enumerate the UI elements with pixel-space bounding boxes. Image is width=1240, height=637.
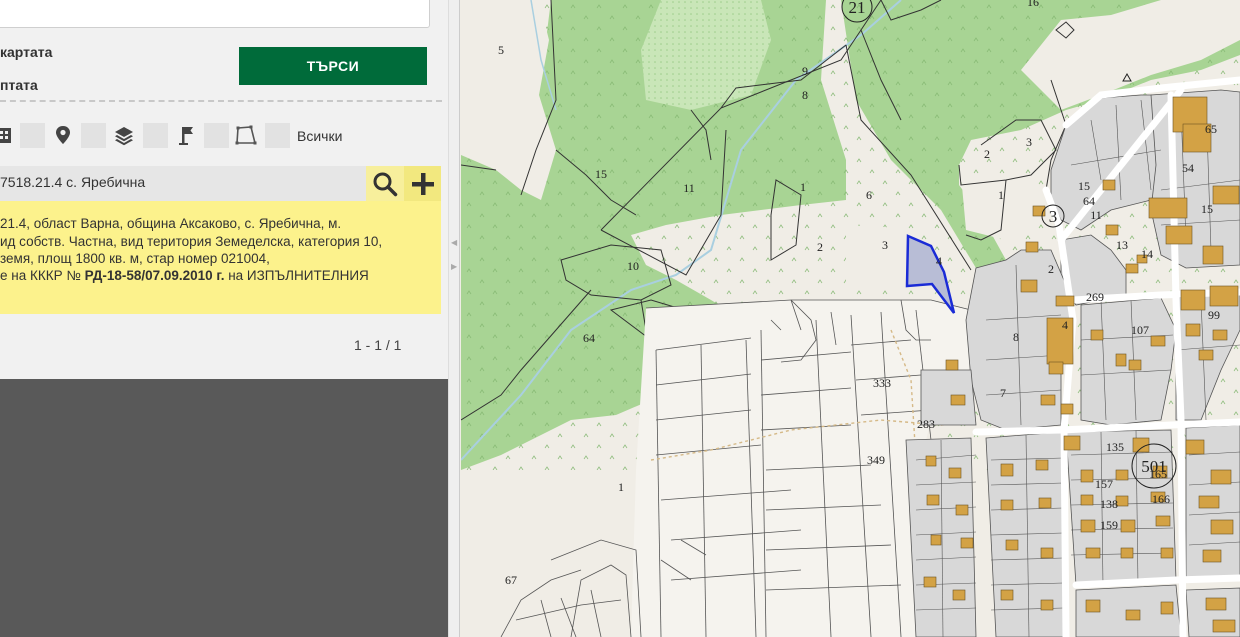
parcel-number-label: 2 [1048,262,1054,276]
cadastral-map[interactable]: 21 3 501 5 16 9 8 15 11 1 6 2 3 4 10 2 3 1 65 54 15 64 11 15 13… [461,0,1240,637]
parcel-number-label: 4 [936,254,942,268]
all-layers-label[interactable]: Всички [297,128,342,144]
block-number-label: 21 [849,0,866,17]
parcel-number-label: 349 [867,453,885,467]
collapse-left-icon[interactable]: ◀ [451,238,457,247]
polygon-icon [235,125,257,145]
parcel-number-label: 8 [1013,330,1019,344]
parcel-number-label: 6 [866,188,872,202]
parcel-number-label: 67 [505,573,517,587]
parcel-number-label: 138 [1100,497,1118,511]
clearing-area [846,225,916,290]
parcel-number-label: 15 [595,167,607,181]
parcel-number-label: 14 [1141,247,1153,261]
parcel-number-label: 8 [802,88,808,102]
add-result-button[interactable] [404,166,441,201]
plus-icon [411,172,434,195]
result-order-number: РД-18-58/07.09.2010 г. [84,268,225,283]
parcel-number-label: 166 [1152,492,1170,506]
search-button[interactable]: ТЪРСИ [239,47,427,85]
option-map-label[interactable]: картата [0,44,52,60]
parcel-number-label: 2 [817,240,823,254]
option-plot-label[interactable]: птата [0,77,38,93]
parcel-number-label: 11 [683,181,695,195]
parcel-number-label: 64 [583,331,595,345]
search-input[interactable] [0,0,430,28]
parcel-number-label: 2 [984,147,990,161]
parcel-number-label: 4 [1062,318,1068,332]
flag-icon [179,127,193,145]
polygon-layer-checkbox[interactable] [265,123,290,148]
parcel-number-label: 15 [1201,202,1213,216]
parcel-number-label: 11 [1090,208,1102,222]
search-panel: картата птата ТЪРСИ Всички 7518.21.4 с. … [0,0,448,637]
meadow-texture [641,0,771,110]
search-icon [373,172,398,196]
pin-layer-checkbox[interactable] [81,123,106,148]
parcel-number-label: 159 [1100,518,1118,532]
panel-splitter[interactable]: ◀ ▶ [448,0,460,637]
result-detail-line: земя, площ 1800 кв. м, стар номер 021004… [0,251,270,266]
parcel-number-label: 283 [917,417,935,431]
parcel-number-label: 333 [873,376,891,390]
panel-footer-area [0,379,448,637]
result-title[interactable]: 7518.21.4 с. Яребична [0,174,145,190]
building-layer-checkbox[interactable] [20,123,45,148]
result-order-suffix: на ИЗПЪЛНИТЕЛНИЯ [224,268,369,283]
parcel-number-label: 13 [1116,238,1128,252]
result-order-line: е на КККР № РД-18-58/07.09.2010 г. на ИЗ… [0,268,369,283]
result-details: 21.4, област Варна, община Аксаково, с. … [0,201,441,314]
parcel-number-label: 1 [998,188,1004,202]
flag-layer-checkbox[interactable] [204,123,229,148]
parcel-number-label: 165 [1149,467,1167,481]
parcel-number-label: 54 [1182,161,1194,175]
parcel-number-label: 1 [618,480,624,494]
parcel-number-label: 107 [1131,323,1149,337]
parcel-number-label: 135 [1106,440,1124,454]
parcel-number-label: 269 [1086,290,1104,304]
parcel-number-label: 7 [1000,386,1006,400]
parcel-number-label: 3 [1026,135,1032,149]
parcel-number-label: 99 [1208,308,1220,322]
pagination: 1 - 1 / 1 [354,337,402,353]
parcel-number-label: 15 [1078,179,1090,193]
parcel-number-label: 9 [802,64,808,78]
result-detail-line: 21.4, област Варна, община Аксаково, с. … [0,216,342,231]
map-canvas[interactable]: 213501 516981511 162 341023165541564111513… [461,0,1240,637]
parcel-number-label: 1 [800,180,806,194]
block-number-label: 3 [1049,207,1058,226]
zoom-to-result-button[interactable] [366,166,404,201]
building-icon [0,128,11,143]
parcel-number-label: 10 [627,259,639,273]
parcel-number-label: 5 [498,43,504,57]
layers-icon [115,127,133,146]
expand-right-icon[interactable]: ▶ [451,262,457,271]
result-detail-line: ид собств. Частна, вид територия Земедел… [0,234,383,249]
pin-icon [56,126,70,144]
result-order-prefix: е на КККР № [0,268,85,283]
parcel-number-label: 64 [1083,194,1095,208]
parcel-number-label: 3 [882,238,888,252]
parcel-number-label: 157 [1095,477,1113,491]
layers-layer-checkbox[interactable] [143,123,168,148]
divider [0,100,442,102]
parcel-number-label: 65 [1205,122,1217,136]
parcel-number-label: 16 [1027,0,1039,9]
